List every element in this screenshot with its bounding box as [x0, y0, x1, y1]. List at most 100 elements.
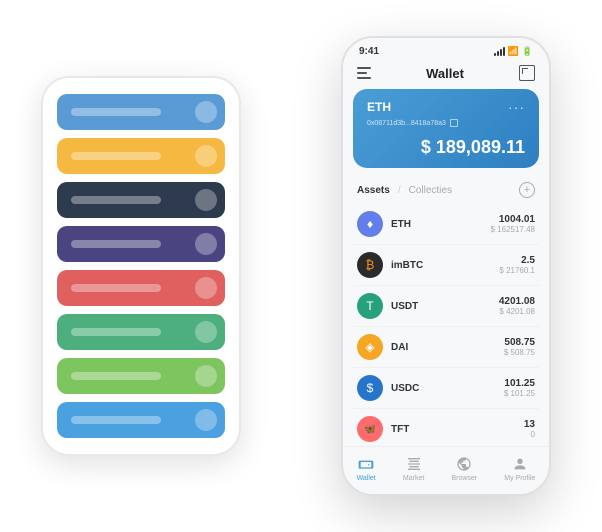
bottom-nav: Wallet Market Browser	[343, 446, 549, 494]
asset-values: 2.5 $ 21760.1	[499, 255, 535, 275]
card-icon	[195, 409, 217, 431]
card-label	[71, 416, 161, 424]
nav-label-wallet: Wallet	[357, 475, 376, 482]
eth-card-title: ETH	[367, 100, 391, 114]
table-row[interactable]: ♦ ETH 1004.01 $ 162517.48	[353, 204, 539, 245]
nav-item-browser[interactable]: Browser	[451, 455, 477, 482]
asset-usd: $ 101.25	[504, 389, 535, 398]
front-phone: 9:41 📶 🔋 Wallet	[341, 36, 551, 496]
imbtc-icon: ₿	[357, 252, 383, 278]
table-row[interactable]: T USDT 4201.08 $ 4201.08	[353, 286, 539, 327]
eth-card-balance: $ 189,089.11	[367, 137, 525, 158]
asset-usd: 0	[524, 430, 535, 439]
tab-divider: /	[398, 185, 401, 196]
asset-symbol: ETH	[391, 219, 491, 230]
asset-symbol: DAI	[391, 342, 504, 353]
usdc-icon: $	[357, 375, 383, 401]
asset-amount: 4201.08	[499, 296, 535, 307]
list-item[interactable]	[57, 226, 225, 262]
table-row[interactable]: ◈ DAI 508.75 $ 508.75	[353, 327, 539, 368]
page-title: Wallet	[426, 66, 464, 81]
nav-label-browser: Browser	[451, 475, 477, 482]
tabs-left: Assets / Collecties	[357, 185, 452, 196]
battery-icon: 🔋	[522, 46, 533, 57]
nav-item-wallet[interactable]: Wallet	[357, 455, 376, 482]
wallet-icon	[357, 455, 375, 473]
table-row[interactable]: ₿ imBTC 2.5 $ 21760.1	[353, 245, 539, 286]
status-icons: 📶 🔋	[494, 46, 533, 57]
back-phone	[41, 76, 241, 456]
tft-icon: 🦋	[357, 416, 383, 442]
list-item[interactable]	[57, 182, 225, 218]
phone-header: Wallet	[343, 61, 549, 89]
card-icon	[195, 101, 217, 123]
nav-item-profile[interactable]: My Profile	[504, 455, 535, 482]
list-item[interactable]	[57, 138, 225, 174]
card-icon	[195, 233, 217, 255]
asset-list: ♦ ETH 1004.01 $ 162517.48 ₿ imBTC 2.5 $ …	[343, 204, 549, 446]
asset-usd: $ 21760.1	[499, 266, 535, 275]
asset-values: 4201.08 $ 4201.08	[499, 296, 535, 316]
eth-card[interactable]: ETH ··· 0x08711d3b...8418a78a3 $ 189,089…	[353, 89, 539, 168]
asset-values: 508.75 $ 508.75	[504, 337, 535, 357]
asset-symbol: USDC	[391, 383, 504, 394]
list-item[interactable]	[57, 314, 225, 350]
status-time: 9:41	[359, 46, 379, 57]
card-label	[71, 372, 161, 380]
asset-symbol: TFT	[391, 424, 524, 435]
signal-icon	[494, 48, 505, 56]
asset-amount: 101.25	[504, 378, 535, 389]
nav-item-market[interactable]: Market	[403, 455, 424, 482]
list-item[interactable]	[57, 270, 225, 306]
copy-icon[interactable]	[450, 119, 458, 127]
asset-symbol: USDT	[391, 301, 499, 312]
asset-values: 1004.01 $ 162517.48	[491, 214, 536, 234]
asset-amount: 508.75	[504, 337, 535, 348]
add-asset-button[interactable]: +	[519, 182, 535, 198]
card-label	[71, 328, 161, 336]
eth-card-address: 0x08711d3b...8418a78a3	[367, 119, 525, 127]
asset-values: 13 0	[524, 419, 535, 439]
card-icon	[195, 145, 217, 167]
list-item[interactable]	[57, 402, 225, 438]
usdt-icon: T	[357, 293, 383, 319]
browser-icon	[455, 455, 473, 473]
eth-icon: ♦	[357, 211, 383, 237]
eth-card-menu[interactable]: ···	[508, 99, 525, 115]
card-icon	[195, 321, 217, 343]
card-icon	[195, 277, 217, 299]
dai-icon: ◈	[357, 334, 383, 360]
menu-icon[interactable]	[357, 67, 371, 79]
scene: 9:41 📶 🔋 Wallet	[21, 16, 581, 516]
asset-usd: $ 4201.08	[499, 307, 535, 316]
tab-collecties[interactable]: Collecties	[409, 185, 452, 196]
list-item[interactable]	[57, 358, 225, 394]
market-icon	[405, 455, 423, 473]
asset-amount: 2.5	[499, 255, 535, 266]
wifi-icon: 📶	[508, 46, 519, 57]
profile-icon	[511, 455, 529, 473]
list-item[interactable]	[57, 94, 225, 130]
status-bar: 9:41 📶 🔋	[343, 38, 549, 61]
card-icon	[195, 189, 217, 211]
asset-values: 101.25 $ 101.25	[504, 378, 535, 398]
nav-label-profile: My Profile	[504, 475, 535, 482]
asset-usd: $ 162517.48	[491, 225, 536, 234]
card-label	[71, 240, 161, 248]
expand-icon[interactable]	[519, 65, 535, 81]
card-label	[71, 196, 161, 204]
eth-card-header: ETH ···	[367, 99, 525, 115]
card-label	[71, 108, 161, 116]
asset-amount: 1004.01	[491, 214, 536, 225]
asset-symbol: imBTC	[391, 260, 499, 271]
card-icon	[195, 365, 217, 387]
table-row[interactable]: $ USDC 101.25 $ 101.25	[353, 368, 539, 409]
tab-assets[interactable]: Assets	[357, 185, 390, 196]
asset-amount: 13	[524, 419, 535, 430]
card-label	[71, 152, 161, 160]
table-row[interactable]: 🦋 TFT 13 0	[353, 409, 539, 446]
asset-usd: $ 508.75	[504, 348, 535, 357]
nav-label-market: Market	[403, 475, 424, 482]
card-label	[71, 284, 161, 292]
assets-tabs: Assets / Collecties +	[343, 178, 549, 204]
